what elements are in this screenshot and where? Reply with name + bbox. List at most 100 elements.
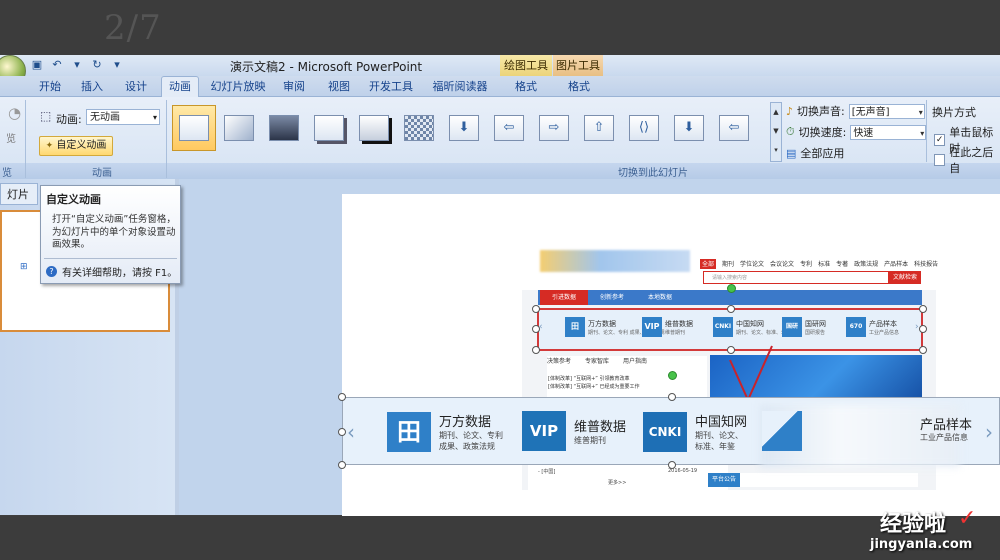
animation-select[interactable]: 无动画 ▾	[86, 109, 160, 125]
ribbon-group-label-bar	[0, 163, 1000, 179]
resize-handle[interactable]	[668, 461, 676, 469]
web-footer-left: - [中国] 2016-05-19 更多>>	[528, 465, 728, 491]
resize-handle[interactable]	[338, 428, 346, 436]
db-name: 万方数据	[588, 319, 616, 328]
split-icon: ⟨⟩	[638, 120, 650, 135]
preview-label: 览	[6, 134, 16, 145]
big-db-name: 维普数据	[574, 420, 627, 435]
db-item: VIP 维普数据 维普期刊	[642, 317, 693, 337]
transition-split[interactable]: ⟨⟩	[622, 105, 666, 151]
big-db-item: VIP 维普数据 维普期刊	[522, 411, 626, 451]
big-db-item: CNKI 中国知网 期刊、论文、 标准、年鉴	[643, 411, 747, 452]
resize-handle[interactable]	[532, 325, 540, 333]
arrow-left-icon: ⇦	[728, 120, 740, 135]
resize-handle[interactable]	[727, 346, 735, 354]
tooltip-title: 自定义动画	[46, 193, 101, 206]
group-label-preview: 览	[2, 168, 12, 179]
product-sample-icon: 670	[846, 317, 866, 337]
cnki-icon: CNKI	[713, 317, 733, 337]
sound-select[interactable]: [无声音] ▾	[848, 103, 925, 119]
after-checkbox[interactable]	[934, 154, 946, 166]
tab-view[interactable]: 视图	[325, 78, 353, 96]
undo-icon[interactable]: ↶	[50, 58, 64, 72]
transition-wipe-left[interactable]: ⇦	[487, 105, 531, 151]
resize-handle[interactable]	[919, 346, 927, 354]
speed-select[interactable]: 快速 ▾	[850, 124, 927, 140]
tab-review[interactable]: 审阅	[280, 78, 308, 96]
big-db-sub-partial: 工业产品信息	[920, 433, 968, 442]
transition-cut[interactable]	[307, 105, 351, 151]
tab-animation[interactable]: 动画	[161, 76, 199, 98]
tab-foxit[interactable]: 福昕阅读器	[432, 78, 488, 96]
advance-title: 换片方式	[932, 106, 976, 119]
gallery-more[interactable]: ▾	[771, 141, 781, 160]
big-db-name: 万方数据	[439, 415, 492, 430]
db-name: 产品样本	[869, 319, 897, 328]
gallery-scroll-up[interactable]: ▲	[771, 103, 781, 122]
arrow-left-icon: ⇦	[503, 120, 515, 135]
transition-thumb	[269, 115, 299, 141]
big-db-sub: 标准、年鉴	[695, 442, 735, 451]
web-nav-item: 专著	[836, 261, 849, 268]
transition-none[interactable]	[172, 105, 216, 151]
tab-insert[interactable]: 插入	[78, 78, 106, 96]
document-title: 演示文稿2 - Microsoft PowerPoint	[230, 60, 423, 74]
preview-button[interactable]: ◔ 览	[0, 104, 24, 145]
arrow-down-icon: ⬇	[458, 120, 470, 135]
transition-wipe-down[interactable]: ⬇	[442, 105, 486, 151]
tab-slides[interactable]: 灯片	[0, 183, 38, 205]
apply-all-icon: ▤	[786, 146, 797, 160]
gallery-scroll-down[interactable]: ▼	[771, 122, 781, 141]
transition-push-down[interactable]: ⬇	[667, 105, 711, 151]
transition-thumb: ⬇	[674, 115, 704, 141]
transition-thumb: ⇦	[719, 115, 749, 141]
apply-all-button[interactable]: ▤ 全部应用	[786, 145, 844, 161]
transition-push-left[interactable]: ⇦	[712, 105, 756, 151]
transition-fade-black[interactable]	[262, 105, 306, 151]
big-db-sub: 期刊、论文、专利	[439, 431, 503, 440]
chevron-down-icon: ▾	[152, 113, 157, 122]
transition-wipe-right[interactable]: ⇨	[532, 105, 576, 151]
after-label: 在此之后自	[949, 146, 994, 175]
rotate-handle[interactable]	[727, 284, 736, 293]
redo-icon[interactable]: ↻	[90, 58, 104, 72]
group-separator	[166, 100, 167, 178]
transition-thumb	[404, 115, 434, 141]
tab-developer[interactable]: 开发工具	[368, 78, 414, 96]
customize-qat-icon[interactable]: ▾	[110, 58, 124, 72]
resize-handle[interactable]	[338, 461, 346, 469]
resize-handle[interactable]	[919, 325, 927, 333]
resize-handle[interactable]	[668, 393, 676, 401]
wanfang-icon: 田	[565, 317, 585, 337]
resize-handle[interactable]	[532, 305, 540, 313]
tab-format-drawing[interactable]: 格式	[512, 78, 540, 96]
tooltip-help: ? 有关详细帮助，请按 F1。	[46, 264, 177, 279]
guoyan-icon	[762, 411, 802, 451]
tab-slideshow[interactable]: 幻灯片放映	[210, 78, 266, 96]
speed-icon: ⏱	[786, 125, 795, 138]
tab-design[interactable]: 设计	[122, 78, 150, 96]
background-bottom	[0, 516, 1000, 560]
web-tab: 创新参考	[600, 294, 625, 301]
chevron-right-icon[interactable]: ›	[985, 420, 993, 444]
chevron-down-icon: ▾	[920, 128, 925, 138]
transition-thumb	[314, 115, 344, 141]
resize-handle[interactable]	[532, 346, 540, 354]
gallery-scroll: ▲ ▼ ▾	[770, 102, 782, 162]
dropdown-icon[interactable]: ▾	[70, 58, 84, 72]
tab-format-picture[interactable]: 格式	[565, 78, 593, 96]
transition-fade-smooth[interactable]	[217, 105, 261, 151]
chevron-left-icon[interactable]: ‹	[347, 420, 355, 444]
resize-handle[interactable]	[919, 305, 927, 313]
transition-dissolve[interactable]	[397, 105, 441, 151]
rotate-handle[interactable]	[668, 371, 677, 380]
save-icon[interactable]: ▣	[30, 58, 44, 72]
after-option[interactable]: 在此之后自	[934, 144, 1000, 176]
resize-handle[interactable]	[727, 305, 735, 313]
transition-cut-black[interactable]	[352, 105, 396, 151]
transition-thumb	[179, 115, 209, 141]
tab-home[interactable]: 开始	[36, 78, 64, 96]
transition-wipe-up[interactable]: ⇧	[577, 105, 621, 151]
resize-handle[interactable]	[338, 393, 346, 401]
custom-animation-button[interactable]: ✦ 自定义动画	[39, 136, 113, 156]
